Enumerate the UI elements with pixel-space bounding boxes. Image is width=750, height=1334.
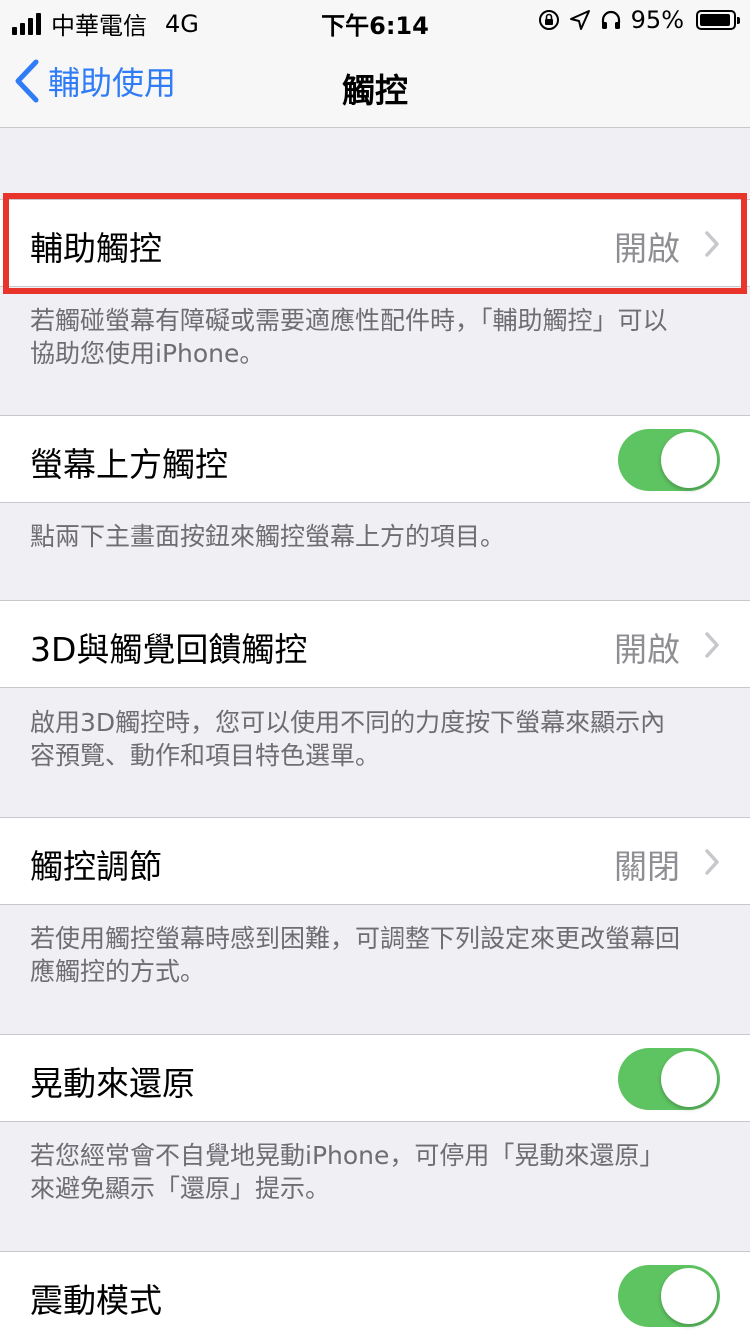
- note-line: 若使用觸控螢幕時感到困難，可調整下列設定來更改螢幕回: [30, 924, 681, 953]
- note-line: 點兩下主畫面按鈕來觸控螢幕上方的項目。: [30, 522, 506, 551]
- shake-to-undo-note: 若您經常會不自覺地晃動iPhone，可停用「晃動來還原」 來避免顯示「還原」提示…: [30, 1139, 725, 1205]
- toggle-knob: [661, 432, 717, 488]
- chevron-right-icon: [705, 849, 719, 875]
- row-label: 輔助觸控: [30, 229, 162, 268]
- note-line: 若觸碰螢幕有障礙或需要適應性配件時，「輔助觸控」可以: [30, 306, 668, 335]
- toggle-knob: [661, 1051, 717, 1107]
- rotation-lock-icon: [538, 10, 559, 30]
- note-line: 容預覽、動作和項目特色選單。: [30, 741, 381, 770]
- row-value: 開啟: [614, 630, 680, 669]
- status-bar: 中華電信 4G 下午6:14 95%: [0, 0, 750, 40]
- touch-accommodations-note: 若使用觸控螢幕時感到困難，可調整下列設定來更改螢幕回 應觸控的方式。: [30, 922, 725, 988]
- note-line: 應觸控的方式。: [30, 957, 206, 986]
- row-label: 晃動來還原: [30, 1064, 195, 1103]
- row-touch-accommodations[interactable]: 觸控調節 關閉: [0, 817, 750, 905]
- row-assistive-touch[interactable]: 輔助觸控 開啟: [0, 199, 750, 287]
- shake-to-undo-toggle[interactable]: [618, 1048, 720, 1110]
- note-line: 若您經常會不自覺地晃動iPhone，可停用「晃動來還原」: [30, 1141, 665, 1170]
- 3d-touch-note: 啟用3D觸控時，您可以使用不同的力度按下螢幕來顯示內 容預覽、動作和項目特色選單…: [30, 706, 725, 772]
- chevron-right-icon: [705, 231, 719, 257]
- row-shake-to-undo: 晃動來還原: [0, 1034, 750, 1122]
- assistive-touch-note: 若觸碰螢幕有障礙或需要適應性配件時，「輔助觸控」可以 協助您使用iPhone。: [30, 304, 725, 370]
- toggle-knob: [661, 1268, 717, 1324]
- vibration-toggle[interactable]: [618, 1265, 720, 1327]
- battery-percent: 95%: [630, 6, 684, 34]
- row-3d-touch[interactable]: 3D與觸覺回饋觸控 開啟: [0, 600, 750, 688]
- row-label: 3D與觸覺回饋觸控: [30, 630, 308, 669]
- row-value: 關閉: [614, 847, 680, 886]
- page-title: 觸控: [342, 71, 408, 110]
- row-reachability: 螢幕上方觸控: [0, 415, 750, 503]
- note-line: 啟用3D觸控時，您可以使用不同的力度按下螢幕來顯示內: [30, 708, 666, 737]
- status-right: 95%: [537, 6, 740, 34]
- row-label: 震動模式: [30, 1281, 162, 1320]
- reachability-note: 點兩下主畫面按鈕來觸控螢幕上方的項目。: [30, 520, 725, 553]
- headphones-icon: [601, 10, 620, 29]
- row-label: 觸控調節: [30, 847, 162, 886]
- touch-settings-screen: 中華電信 4G 下午6:14 95% 輔助使用 觸控 輔助觸控 開啟 若觸碰螢幕…: [0, 0, 750, 1334]
- note-line: 來避免顯示「還原」提示。: [30, 1174, 331, 1203]
- row-value: 開啟: [614, 229, 680, 268]
- row-label: 螢幕上方觸控: [30, 445, 228, 484]
- navigation-bar: 輔助使用 觸控: [0, 40, 750, 128]
- row-vibration: 震動模式: [0, 1251, 750, 1334]
- battery-icon: [696, 10, 740, 30]
- location-icon: [569, 10, 590, 30]
- reachability-toggle[interactable]: [618, 429, 720, 491]
- note-line: 協助您使用iPhone。: [30, 339, 265, 368]
- chevron-right-icon: [705, 632, 719, 658]
